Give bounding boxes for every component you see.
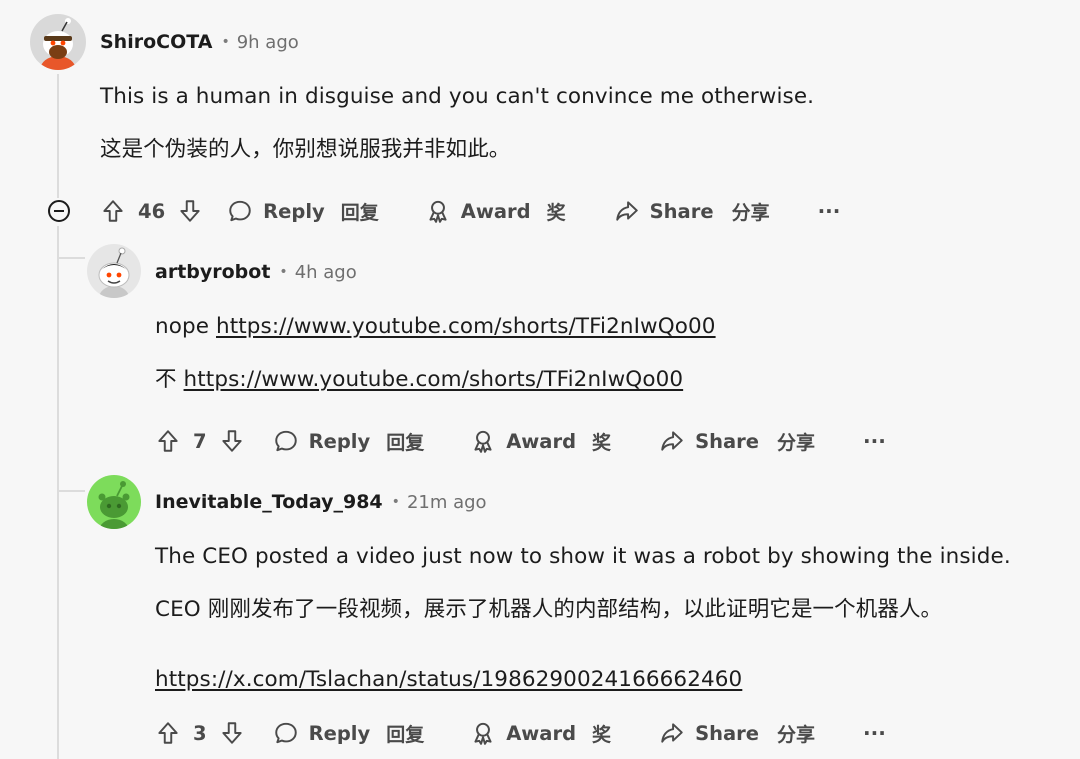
share-label-zh: 分享 <box>731 201 770 224</box>
action-bar: 7 Reply 回复 Award 奖 Share 分享 ··· <box>155 421 886 461</box>
thread-branch-2 <box>59 490 85 492</box>
award-label-zh: 奖 <box>592 431 612 454</box>
comment-meta: ShiroCOTA • 9h ago <box>100 31 299 53</box>
timestamp[interactable]: 9h ago <box>237 32 299 53</box>
vote-score: 7 <box>193 429 207 453</box>
comment-body-line: The CEO posted a video just now to show … <box>155 544 1011 569</box>
youtube-link[interactable]: https://www.youtube.com/shorts/TFi2nIwQo… <box>184 367 684 392</box>
body-prefix-zh: 不 <box>155 367 177 392</box>
share-label: Share <box>695 721 759 745</box>
username[interactable]: Inevitable_Today_984 <box>155 491 383 513</box>
vote-score: 46 <box>138 199 166 223</box>
thread-branch-1 <box>57 226 59 258</box>
reply-label-zh: 回复 <box>386 723 425 746</box>
username[interactable]: artbyrobot <box>155 261 270 283</box>
collapse-thread-button[interactable] <box>48 200 70 222</box>
more-icon[interactable]: ··· <box>863 429 886 453</box>
reply-icon <box>273 720 299 746</box>
award-label: Award <box>460 199 531 223</box>
comment-body-link-line: https://x.com/Tslachan/status/1986290024… <box>155 667 742 692</box>
reply-button[interactable]: Reply 回复 <box>273 720 425 747</box>
share-label-zh: 分享 <box>777 723 816 746</box>
avatar[interactable] <box>87 244 141 298</box>
award-label: Award <box>506 721 577 745</box>
thread-line-root-lower[interactable] <box>57 226 59 759</box>
reply-icon <box>273 428 299 454</box>
reply-label: Reply <box>263 199 325 223</box>
separator-dot: • <box>279 264 288 280</box>
share-button[interactable]: Share 分享 <box>659 428 815 455</box>
award-icon <box>470 720 496 746</box>
more-icon[interactable]: ··· <box>863 721 886 745</box>
youtube-link[interactable]: https://www.youtube.com/shorts/TFi2nIwQo… <box>216 314 716 339</box>
action-bar: 46 Reply 回复 Award 奖 Share 分享 ··· <box>100 191 840 231</box>
share-button[interactable]: Share 分享 <box>659 720 815 747</box>
share-button[interactable]: Share 分享 <box>614 198 770 225</box>
comment-body-line: This is a human in disguise and you can'… <box>100 84 815 109</box>
reply-button[interactable]: Reply 回复 <box>227 198 379 225</box>
avatar-inevitable-today-icon <box>87 475 141 529</box>
reply-icon <box>227 198 253 224</box>
comment-body-line-translation: 不 https://www.youtube.com/shorts/TFi2nIw… <box>155 362 683 393</box>
comment-body-line: nope https://www.youtube.com/shorts/TFi2… <box>155 314 716 339</box>
reply-label: Reply <box>308 429 371 453</box>
reply-label: Reply <box>308 721 371 745</box>
downvote-icon[interactable] <box>177 198 203 224</box>
comment-body-line-translation: CEO 刚刚发布了一段视频，展示了机器人的内部结构，以此证明它是一个机器人。 <box>155 597 943 622</box>
avatar-shirocota-icon <box>30 14 86 70</box>
separator-dot: • <box>221 34 230 50</box>
award-button[interactable]: Award 奖 <box>470 720 611 747</box>
downvote-icon[interactable] <box>219 428 245 454</box>
comment-body-line-translation: 这是个伪装的人，你别想说服我并非如此。 <box>100 137 511 162</box>
award-icon <box>470 428 496 454</box>
timestamp[interactable]: 21m ago <box>407 492 487 513</box>
more-icon[interactable]: ··· <box>818 199 841 223</box>
thread-line-root[interactable] <box>57 74 59 198</box>
downvote-icon[interactable] <box>219 720 245 746</box>
share-icon <box>659 428 685 454</box>
timestamp[interactable]: 4h ago <box>295 262 357 283</box>
award-label: Award <box>506 429 577 453</box>
comment-thread: ShiroCOTA • 9h ago This is a human in di… <box>0 0 1080 759</box>
body-prefix: nope <box>155 314 210 339</box>
avatar[interactable] <box>30 14 86 70</box>
award-icon <box>425 198 451 224</box>
reply-label-zh: 回复 <box>340 201 379 224</box>
award-label-zh: 奖 <box>546 201 566 224</box>
vote-score: 3 <box>193 721 207 745</box>
thread-branch-1-h <box>59 257 85 259</box>
share-icon <box>614 198 640 224</box>
reply-label-zh: 回复 <box>386 431 425 454</box>
separator-dot: • <box>391 494 400 510</box>
username[interactable]: ShiroCOTA <box>100 31 212 53</box>
award-button[interactable]: Award 奖 <box>425 198 566 225</box>
upvote-icon[interactable] <box>100 198 126 224</box>
share-icon <box>659 720 685 746</box>
avatar[interactable] <box>87 475 141 529</box>
reply-button[interactable]: Reply 回复 <box>273 428 425 455</box>
avatar-artbyrobot-icon <box>87 244 141 298</box>
share-label: Share <box>695 429 759 453</box>
comment-meta: artbyrobot • 4h ago <box>155 261 357 283</box>
x-status-link[interactable]: https://x.com/Tslachan/status/1986290024… <box>155 667 742 692</box>
award-button[interactable]: Award 奖 <box>470 428 611 455</box>
share-label-zh: 分享 <box>777 431 816 454</box>
upvote-icon[interactable] <box>155 428 181 454</box>
upvote-icon[interactable] <box>155 720 181 746</box>
action-bar: 3 Reply 回复 Award 奖 Share 分享 ··· <box>155 713 886 753</box>
comment-meta: Inevitable_Today_984 • 21m ago <box>155 491 487 513</box>
award-label-zh: 奖 <box>592 723 612 746</box>
share-label: Share <box>649 199 714 223</box>
